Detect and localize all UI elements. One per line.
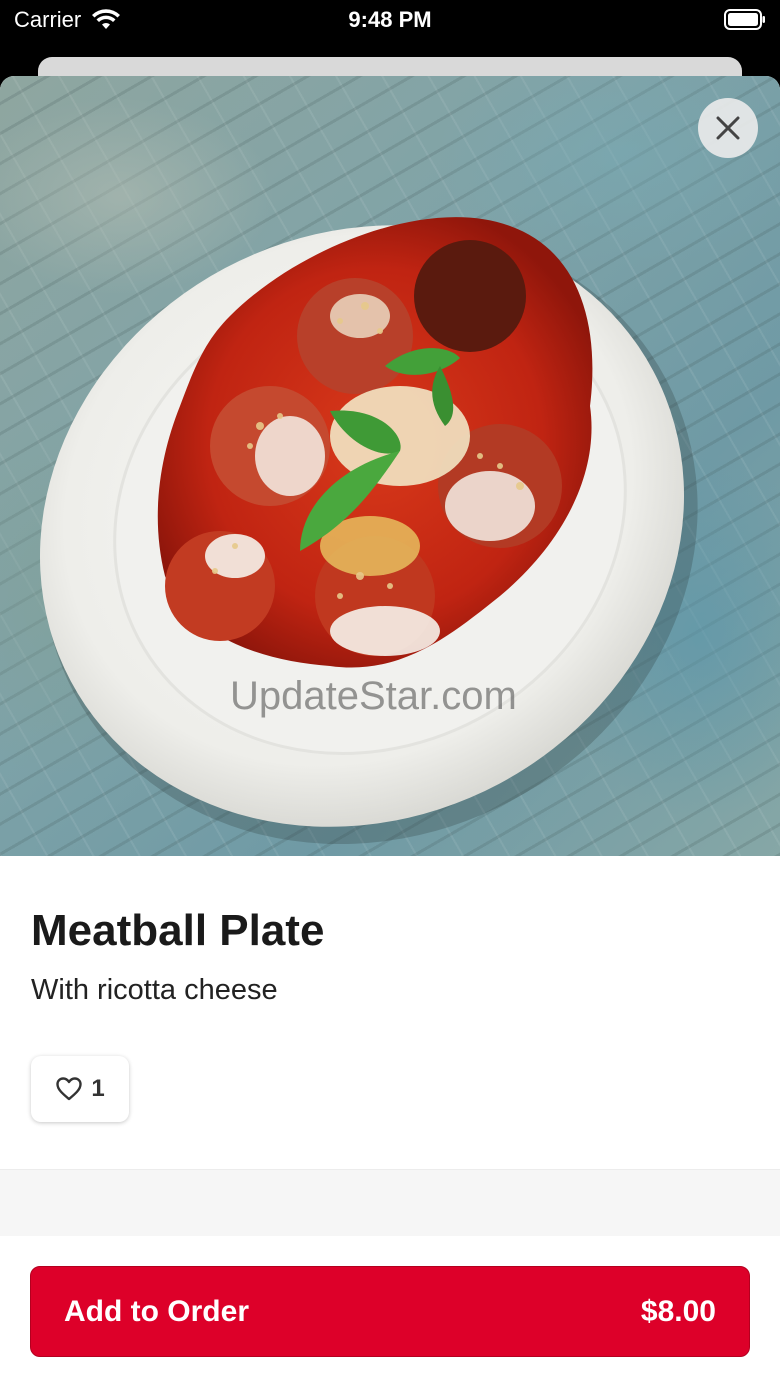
like-count: 1	[91, 1075, 105, 1102]
close-icon	[716, 116, 740, 140]
heart-icon	[56, 1077, 83, 1101]
meatball-plate-illustration	[39, 217, 698, 845]
close-button[interactable]	[698, 98, 758, 158]
order-bar: Add to Order $8.00	[0, 1236, 780, 1387]
add-to-order-label: Add to Order	[64, 1294, 249, 1328]
item-title: Meatball Plate	[31, 906, 325, 955]
item-detail-sheet: UpdateStar.com Meatball Plate With ricot…	[0, 76, 780, 1387]
item-photo: UpdateStar.com	[0, 76, 780, 856]
section-divider	[0, 1169, 780, 1236]
add-to-order-button[interactable]: Add to Order $8.00	[30, 1266, 750, 1357]
item-info: Meatball Plate With ricotta cheese 1	[0, 856, 780, 1170]
order-price: $8.00	[640, 1294, 716, 1328]
image-watermark: UpdateStar.com	[230, 674, 517, 718]
like-button[interactable]: 1	[31, 1056, 129, 1122]
battery-icon	[724, 9, 765, 30]
status-bar: Carrier 9:48 PM	[0, 0, 780, 56]
status-time: 9:48 PM	[348, 7, 432, 32]
item-description: With ricotta cheese	[31, 974, 278, 1006]
